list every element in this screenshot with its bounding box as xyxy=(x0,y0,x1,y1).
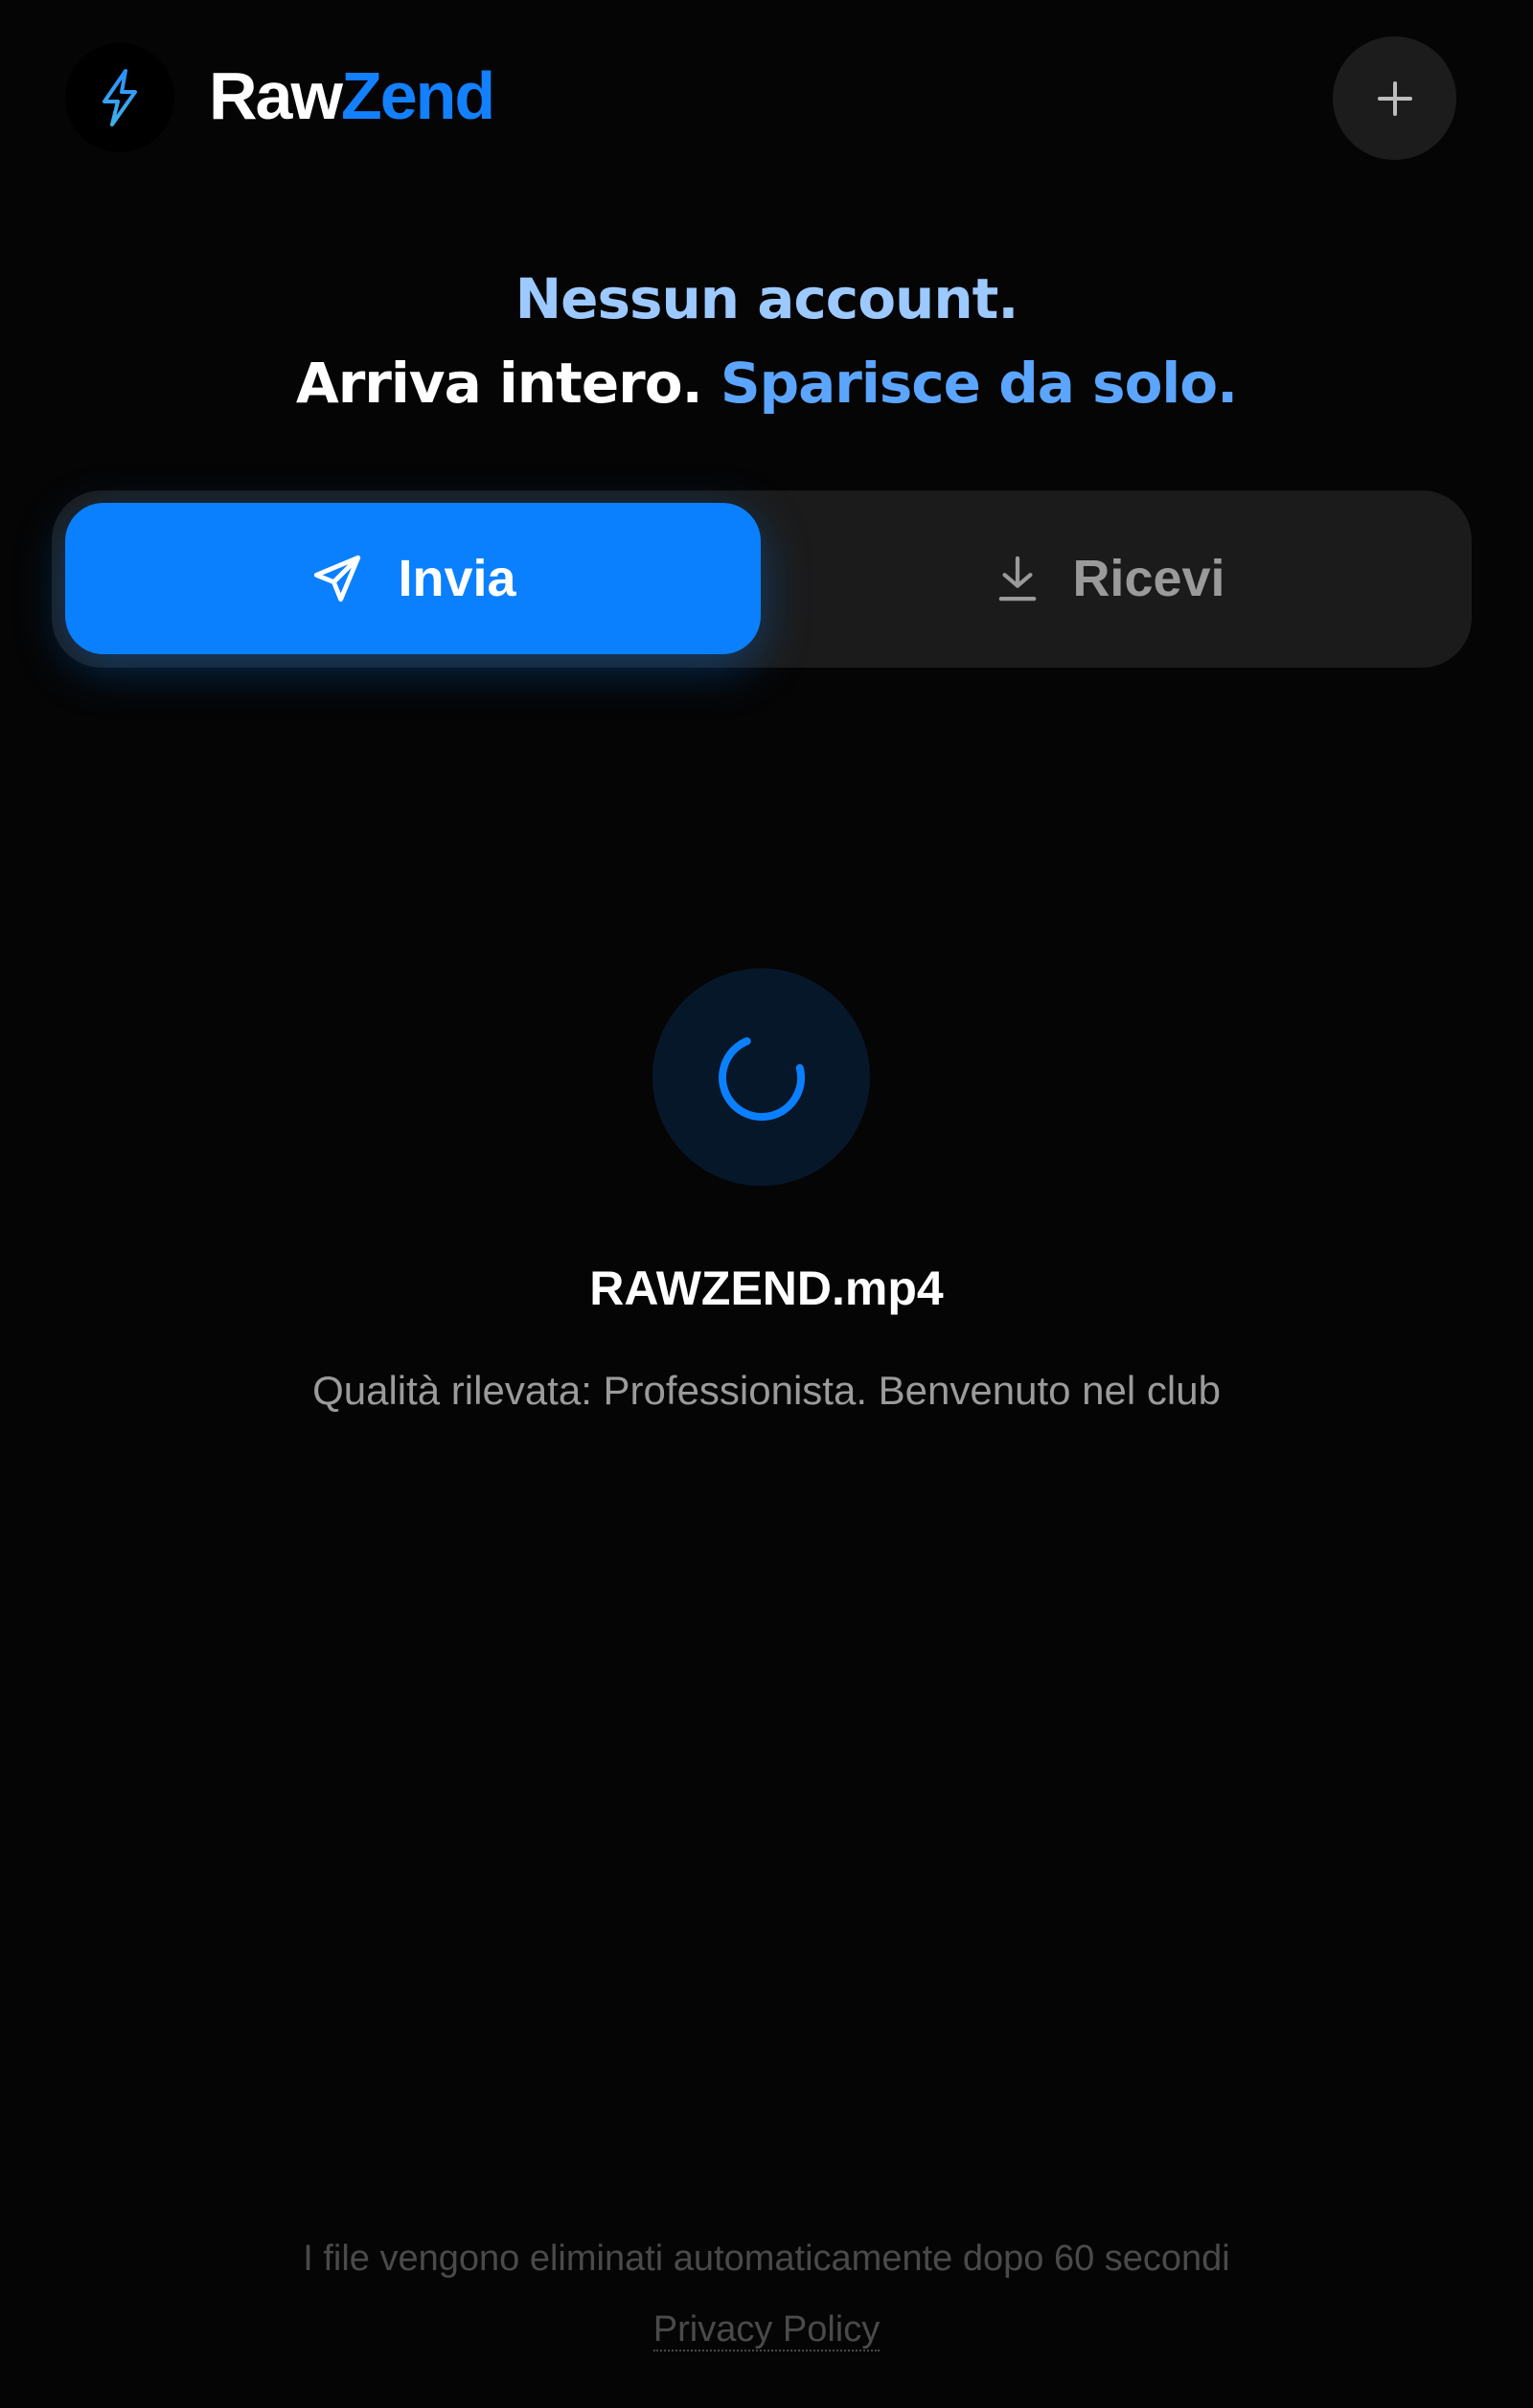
tagline: Nessun account. Arriva intero. Sparisce … xyxy=(0,257,1533,425)
tagline-line2: Arriva intero. Sparisce da solo. xyxy=(0,341,1533,425)
tab-send[interactable]: Invia xyxy=(65,503,761,654)
tab-receive[interactable]: Ricevi xyxy=(763,503,1458,654)
brand-name-part2: Zend xyxy=(340,58,495,133)
status-message: Qualità rilevata: Professionista. Benven… xyxy=(312,1368,1221,1413)
header: RawZend xyxy=(0,0,1533,201)
footer-note: I file vengono eliminati automaticamente… xyxy=(303,2238,1230,2279)
plus-icon xyxy=(1377,80,1412,116)
tagline-line1: Nessun account. xyxy=(515,266,1019,331)
app-page: RawZend Nessun account. Arriva intero. S… xyxy=(0,0,1533,2408)
privacy-row: Privacy Policy xyxy=(0,2303,1533,2356)
add-button[interactable] xyxy=(1333,36,1456,160)
send-icon xyxy=(314,555,361,602)
brand-name-part1: Raw xyxy=(209,58,343,133)
tab-send-label: Invia xyxy=(398,550,516,607)
privacy-policy-link[interactable]: Privacy Policy xyxy=(652,2309,881,2351)
tagline-line2-blue: Sparisce da solo. xyxy=(720,351,1238,416)
logo[interactable] xyxy=(65,43,174,152)
tab-receive-label: Ricevi xyxy=(1072,550,1225,607)
brand-name: RawZend xyxy=(209,56,495,136)
tagline-line2-white: Arriva intero. xyxy=(295,351,703,416)
mode-switch: Invia Ricevi xyxy=(52,490,1472,668)
file-name: RAWZEND.mp4 xyxy=(589,1261,944,1315)
lightning-bolt-icon xyxy=(103,69,137,126)
spinner-icon xyxy=(718,1036,805,1121)
download-icon xyxy=(999,556,1037,602)
progress-indicator xyxy=(652,968,870,1186)
